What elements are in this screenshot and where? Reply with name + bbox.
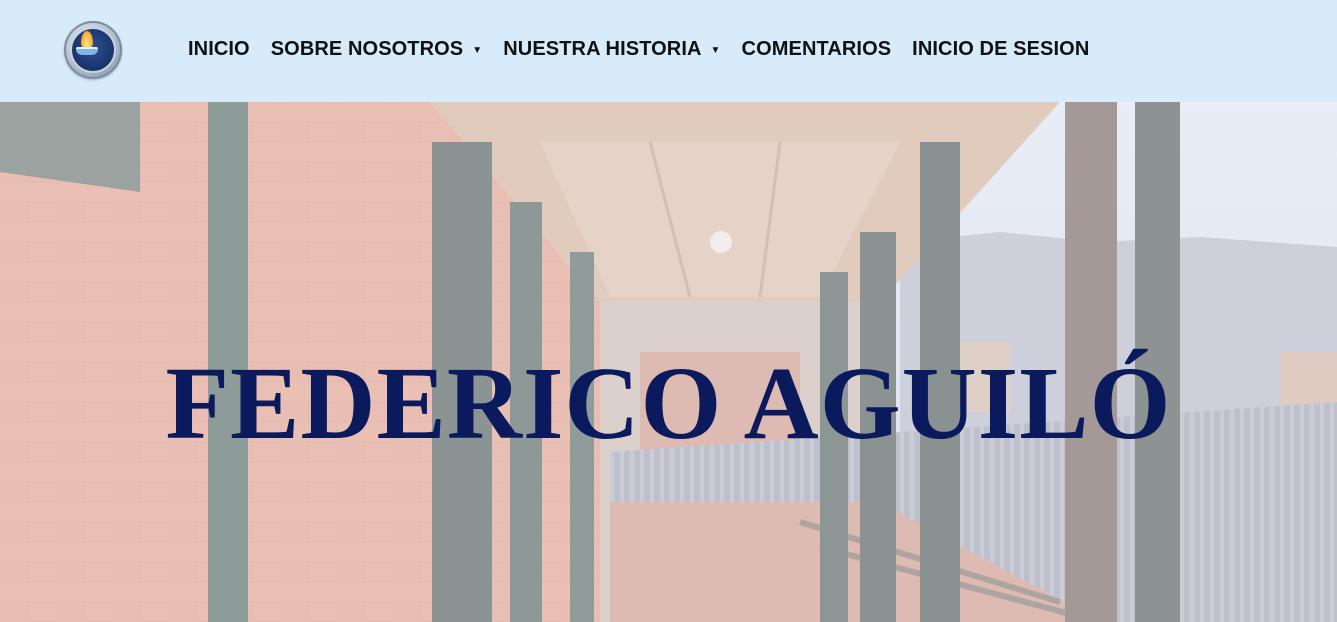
nav-comentarios[interactable]: COMENTARIOS — [742, 38, 892, 61]
nav-inicio-de-sesion[interactable]: INICIO DE SESION — [912, 38, 1089, 61]
nav-nuestra-historia-label: NUESTRA HISTORIA — [503, 37, 702, 60]
site-header: INICIO SOBRE NOSOTROS ▼ NUESTRA HISTORIA… — [0, 0, 1337, 102]
school-emblem-icon[interactable] — [64, 21, 122, 79]
dropdown-caret-icon: ▼ — [710, 44, 721, 56]
nav-sobre-nosotros-label: SOBRE NOSOTROS — [270, 37, 464, 60]
main-nav: INICIO SOBRE NOSOTROS ▼ NUESTRA HISTORIA… — [188, 36, 1110, 62]
nav-sobre-nosotros[interactable]: SOBRE NOSOTROS ▼ — [271, 38, 483, 61]
nav-inicio[interactable]: INICIO — [188, 38, 250, 61]
hero-section: FEDERICO AGUILÓ — [0, 102, 1337, 622]
book-icon — [76, 47, 98, 55]
nav-nuestra-historia[interactable]: NUESTRA HISTORIA ▼ — [503, 38, 720, 61]
nav-comentarios-label: COMENTARIOS — [741, 37, 892, 60]
dropdown-caret-icon: ▼ — [472, 44, 483, 56]
nav-inicio-label: INICIO — [188, 37, 250, 60]
hero-title: FEDERICO AGUILÓ — [165, 346, 1172, 461]
nav-inicio-de-sesion-label: INICIO DE SESION — [912, 37, 1090, 60]
